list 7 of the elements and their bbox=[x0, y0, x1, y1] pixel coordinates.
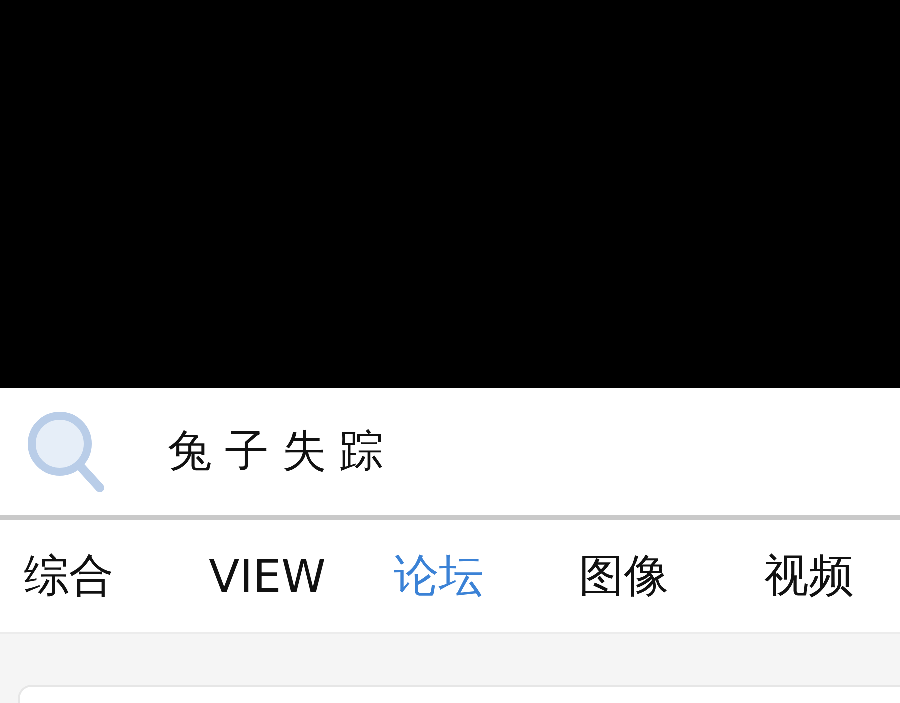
search-field[interactable]: 兔子失踪 bbox=[168, 422, 397, 481]
tab[interactable]: VIEW bbox=[209, 550, 326, 602]
tab[interactable]: 综合 bbox=[24, 546, 114, 606]
tab[interactable]: 视频 bbox=[764, 546, 854, 606]
tab[interactable]: 论坛 bbox=[394, 546, 484, 606]
search-icon[interactable] bbox=[26, 410, 106, 494]
tab[interactable]: 图像 bbox=[579, 546, 669, 606]
